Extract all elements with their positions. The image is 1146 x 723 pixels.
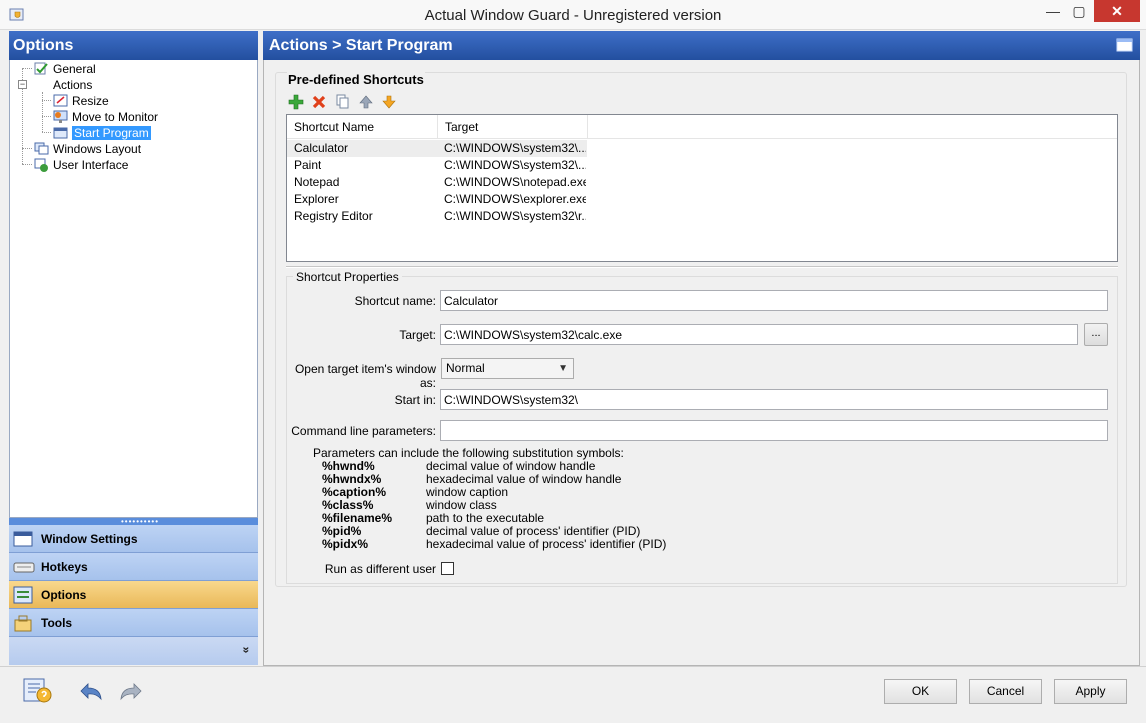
nav-window-settings[interactable]: Window Settings [9,525,258,553]
nav-more-button[interactable]: » [9,637,258,665]
panel-splitter[interactable]: •••••••••• [9,517,258,526]
target-label: Target: [399,328,436,342]
tree-item-actions[interactable]: Actions [34,77,92,93]
tree-line [22,164,32,165]
chevron-double-down-icon: » [239,646,254,654]
chevron-down-icon: ▼ [558,363,568,374]
tree-line [42,100,51,101]
window-title: Actual Window Guard - Unregistered versi… [424,7,722,24]
symbol-desc: hexadecimal value of process' identifier… [426,537,667,551]
windows-layout-icon [34,142,49,155]
list-item[interactable]: Registry Editor C:\WINDOWS\system32\r... [287,208,587,225]
minimize-button[interactable]: — [1040,0,1066,22]
tree-line [42,132,51,133]
list-item[interactable]: Paint C:\WINDOWS\system32\... [287,157,587,174]
cmdline-label: Command line parameters: [291,424,436,438]
run-as-label: Run as different user [324,562,436,576]
shortcuts-list[interactable]: Shortcut Name Target Calculator C:\WINDO… [286,114,1118,262]
list-item[interactable]: Explorer C:\WINDOWS\explorer.exe [287,191,587,208]
tools-icon [14,615,32,632]
move-up-icon[interactable] [358,94,374,110]
start-in-input[interactable] [440,389,1108,410]
right-panel-header: Actions > Start Program [263,31,1140,60]
list-item[interactable]: Calculator C:\WINDOWS\system32\... [287,140,587,157]
close-button[interactable]: ✕ [1094,0,1140,22]
shortcut-name-label: Shortcut name: [354,294,436,308]
predefined-shortcuts-title: Pre-defined Shortcuts [287,72,425,87]
general-icon [34,62,48,75]
title-bar: Actual Window Guard - Unregistered versi… [0,0,1146,30]
column-target[interactable]: Target [438,115,588,139]
tree-line [42,116,51,117]
options-icon [13,586,33,604]
cmdline-input[interactable] [440,420,1108,441]
splitter-grip: •••••••••• [121,517,160,526]
list-header: Shortcut Name Target [287,115,1117,139]
user-interface-icon [34,158,48,172]
ok-button[interactable]: OK [884,679,957,704]
shortcut-properties-title: Shortcut Properties [293,270,402,284]
tree-line [22,68,32,69]
open-as-label: Open target item's window as: [294,362,436,390]
divider [286,266,1118,268]
column-shortcut-name[interactable]: Shortcut Name [287,115,438,139]
page-title: Actions > Start Program [269,37,453,54]
maximize-button[interactable]: ▢ [1066,0,1092,22]
open-as-select[interactable]: Normal ▼ [441,358,574,379]
browse-button[interactable]: ... [1084,323,1108,346]
options-tree[interactable]: − General Actions Resize Move to Monitor… [9,60,258,518]
nav-options[interactable]: Options [9,581,258,609]
start-in-label: Start in: [394,393,436,407]
delete-icon[interactable] [311,94,327,110]
folder-icon [34,78,50,92]
list-item[interactable]: Notepad C:\WINDOWS\notepad.exe [287,174,587,191]
tree-item-start-program[interactable]: Start Program [53,125,151,141]
tree-item-windows-layout[interactable]: Windows Layout [34,141,141,157]
keyboard-icon [13,562,35,573]
copy-icon[interactable] [335,94,351,110]
target-input[interactable] [440,324,1078,345]
shortcut-name-input[interactable] [440,290,1108,311]
add-icon[interactable] [288,94,304,110]
undo-icon[interactable] [76,677,106,705]
help-icon[interactable] [22,677,52,705]
tree-item-general[interactable]: General [34,61,96,77]
tree-item-resize[interactable]: Resize [53,93,109,109]
start-program-icon [53,127,68,139]
tree-item-move-to-monitor[interactable]: Move to Monitor [53,109,158,125]
left-panel-header: Options [9,31,258,60]
tree-line [42,92,43,132]
nav-tools[interactable]: Tools [9,609,258,637]
move-down-icon[interactable] [381,94,397,110]
cancel-button[interactable]: Cancel [969,679,1042,704]
nav-hotkeys[interactable]: Hotkeys [9,553,258,581]
symbol-pidx: %pidx% [322,537,369,551]
run-as-checkbox[interactable] [441,562,454,575]
apply-button[interactable]: Apply [1054,679,1127,704]
tree-line [22,148,32,149]
window-settings-icon [13,531,33,547]
tree-item-user-interface[interactable]: User Interface [34,157,128,173]
monitor-icon [53,110,68,123]
redo-icon[interactable] [116,677,146,705]
header-window-icon [1116,38,1133,52]
open-as-value: Normal [446,361,485,375]
tree-expander[interactable]: − [18,80,27,89]
resize-icon [53,94,68,107]
